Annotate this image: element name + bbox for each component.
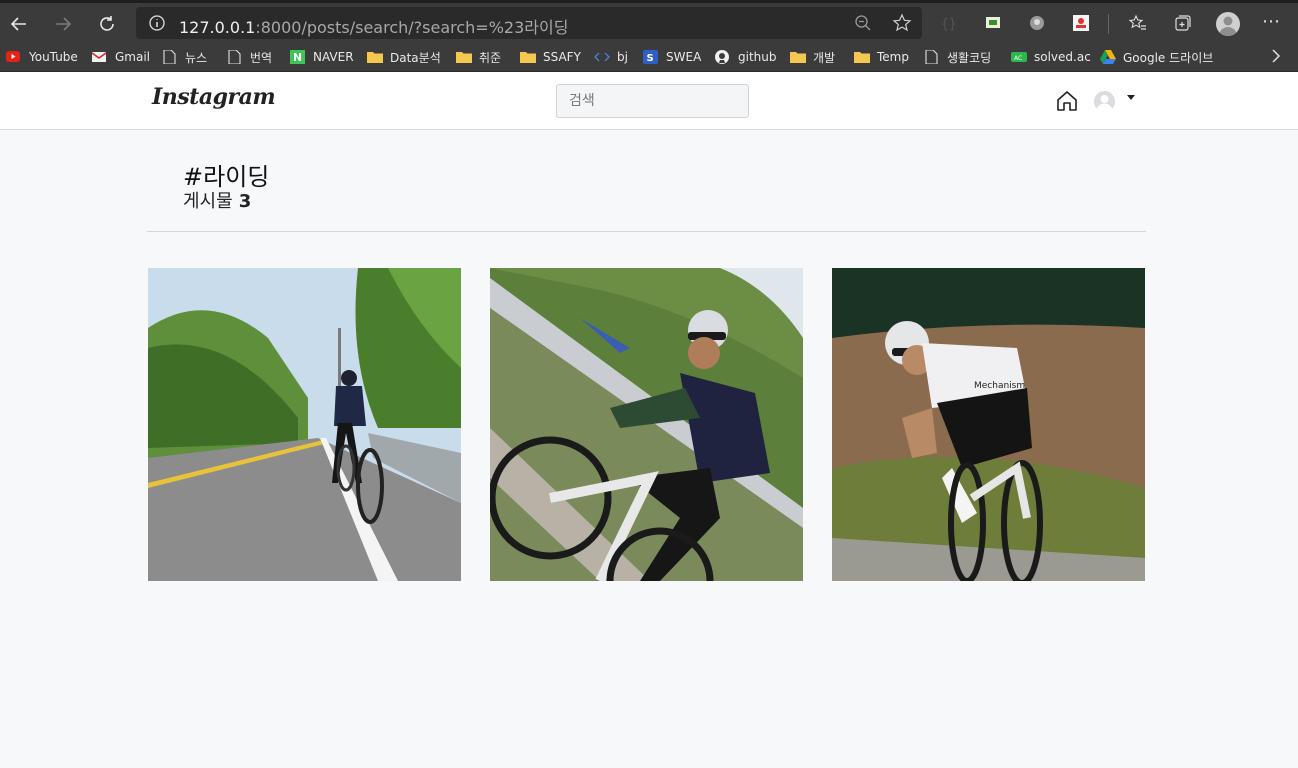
url-text: 127.0.0.1:8000/posts/search/?search=%23라… <box>179 18 569 37</box>
browser-toolbar: 127.0.0.1:8000/posts/search/?search=%23라… <box>0 0 1298 42</box>
info-icon[interactable] <box>148 14 166 32</box>
post-count: 게시물 3 <box>183 187 251 213</box>
bookmark-youtube[interactable]: YouTube <box>6 47 78 67</box>
bookmark-opentutorials[interactable]: 생활코딩 <box>924 47 991 67</box>
home-icon[interactable] <box>1055 89 1079 113</box>
bookmark-gmail[interactable]: Gmail <box>92 47 150 67</box>
bookmark-label: 개발 <box>813 50 836 65</box>
cyclist-hill-photo <box>490 268 803 581</box>
bookmark-translate[interactable]: 번역 <box>227 47 272 67</box>
bookmark-label: 취준 <box>479 50 502 65</box>
zoom-icon[interactable] <box>854 14 872 32</box>
page-icon <box>228 50 241 64</box>
folder-icon <box>520 52 536 63</box>
address-bar[interactable]: 127.0.0.1:8000/posts/search/?search=%23라… <box>136 7 922 39</box>
collections-icon[interactable] <box>1172 13 1192 33</box>
folder-icon <box>854 52 870 63</box>
page-icon <box>925 50 938 64</box>
bookmark-solvedac[interactable]: AC solved.ac <box>1011 47 1091 67</box>
bookmark-swea[interactable]: S SWEA <box>643 47 701 67</box>
svg-text:{}: {} <box>941 17 957 32</box>
bookmark-ssafy[interactable]: SSAFY <box>520 47 581 67</box>
post-count-label: 게시물 <box>183 191 233 212</box>
bookmark-label: Google 드라이브 <box>1123 50 1214 65</box>
svg-text:AC: AC <box>1014 55 1022 62</box>
user-avatar[interactable] <box>1094 91 1115 112</box>
svg-text:Mechanism: Mechanism <box>974 381 1025 391</box>
bookmark-label: NAVER <box>313 50 354 64</box>
bookmark-bj[interactable]: bj <box>594 47 628 67</box>
bookmark-label: Gmail <box>115 50 151 64</box>
bookmark-label: github <box>738 50 777 64</box>
app-navbar: Instagram <box>0 72 1298 130</box>
bookmark-label: SSAFY <box>543 50 581 64</box>
bookmark-google-drive[interactable]: Google 드라이브 <box>1100 47 1213 67</box>
github-icon <box>715 50 729 64</box>
swea-icon: S <box>643 50 658 64</box>
red-extension-icon[interactable] <box>1071 13 1091 33</box>
page-icon <box>163 50 176 64</box>
post-count-value: 3 <box>238 191 252 212</box>
code-icon <box>594 52 610 62</box>
more-menu-icon[interactable]: ⋯ <box>1262 11 1281 32</box>
json-extension-icon[interactable]: {} <box>938 13 958 33</box>
profile-avatar-icon[interactable] <box>1216 12 1240 36</box>
gray-extension-icon[interactable] <box>1027 13 1047 33</box>
folder-icon <box>367 52 383 63</box>
naver-icon <box>290 50 305 64</box>
post-thumbnail[interactable] <box>148 268 461 581</box>
favorites-icon[interactable] <box>1128 13 1148 33</box>
post-thumbnail[interactable] <box>490 268 803 581</box>
forward-icon[interactable] <box>49 10 77 38</box>
chevron-right-icon[interactable] <box>1270 48 1282 64</box>
favorite-star-icon[interactable] <box>892 13 912 33</box>
bookmark-label: 번역 <box>250 50 273 65</box>
folder-icon <box>790 52 806 63</box>
back-icon[interactable] <box>5 10 33 38</box>
solvedac-icon: AC <box>1011 52 1027 62</box>
google-drive-icon <box>1100 50 1116 64</box>
bookmark-job[interactable]: 취준 <box>456 47 501 67</box>
user-avatar-icon <box>1096 95 1113 112</box>
post-thumbnail[interactable]: Mechanism <box>832 268 1145 581</box>
header-divider <box>147 231 1146 232</box>
instagram-logo[interactable]: Instagram <box>152 84 276 110</box>
refresh-icon[interactable] <box>93 10 121 38</box>
bookmark-dev[interactable]: 개발 <box>790 47 835 67</box>
bookmark-news[interactable]: 뉴스 <box>162 47 207 67</box>
bookmark-label: Data분석 <box>390 50 441 65</box>
bookmark-label: SWEA <box>666 50 702 64</box>
svg-text:S: S <box>647 53 654 64</box>
bookmark-label: YouTube <box>29 50 78 64</box>
cyclist-road-photo <box>148 268 461 581</box>
gmail-icon <box>92 52 106 62</box>
toolbar-separator <box>1108 14 1109 34</box>
dropdown-caret-icon[interactable] <box>1127 95 1135 100</box>
folder-icon <box>456 52 472 63</box>
bookmark-naver[interactable]: NAVER <box>290 47 354 67</box>
youtube-icon <box>6 51 20 62</box>
cyclist-turn-photo: Mechanism <box>832 268 1145 581</box>
bookmark-label: bj <box>617 50 628 64</box>
bookmark-label: Temp <box>877 50 909 64</box>
bookmark-temp[interactable]: Temp <box>854 47 909 67</box>
search-input[interactable] <box>556 84 749 118</box>
bookmark-label: solved.ac <box>1034 50 1091 64</box>
screen-extension-icon[interactable] <box>983 13 1003 33</box>
bookmark-github[interactable]: github <box>715 47 776 67</box>
bookmark-label: 생활코딩 <box>947 50 992 65</box>
bookmark-data-analysis[interactable]: Data분석 <box>367 47 441 67</box>
bookmark-label: 뉴스 <box>185 50 208 65</box>
